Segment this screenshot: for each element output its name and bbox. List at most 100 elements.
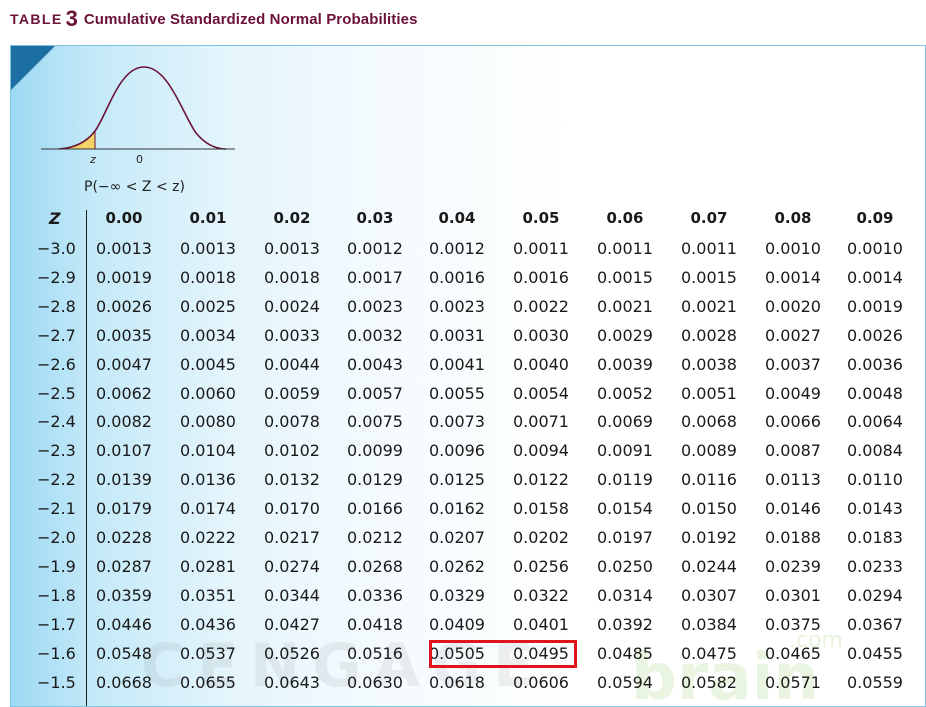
probability-cell: 0.0066: [765, 412, 821, 432]
probability-cell: 0.0217: [264, 528, 320, 547]
probability-cell: 0.0060: [180, 383, 236, 403]
probability-cell: 0.0017: [347, 267, 403, 287]
column-header: 0.05: [522, 209, 560, 227]
probability-cell: 0.0026: [96, 296, 152, 316]
probability-cell: 0.0026: [847, 325, 903, 345]
z-value: −1.8: [37, 585, 76, 605]
probability-cell: 0.0023: [347, 296, 403, 316]
z-value: −2.8: [37, 296, 76, 316]
z-value: −1.5: [37, 672, 76, 692]
probability-cell: 0.0668: [96, 672, 152, 692]
probability-cell: 0.0054: [513, 383, 569, 403]
probability-cell: 0.0013: [264, 239, 320, 258]
table-word: TABLE: [10, 11, 63, 27]
table-title: TABLE 3 Cumulative Standardized Normal Pro…: [10, 6, 418, 32]
bell-curve: [58, 66, 227, 150]
probability-cell: 0.0192: [681, 528, 737, 547]
z-column-header: Z: [49, 209, 61, 228]
probability-cell: 0.0047: [96, 354, 152, 374]
probability-cell: 0.0129: [347, 470, 403, 490]
probability-cell: 0.0166: [347, 499, 403, 519]
probability-cell: 0.0571: [765, 672, 821, 692]
probability-cell: 0.0018: [180, 267, 236, 287]
probability-cell: 0.0122: [513, 470, 569, 490]
probability-cell: 0.0064: [847, 412, 903, 432]
table-row: −2.3 0.0107 0.0104 0.0102 0.0099 0.0096 0.0094…: [11, 441, 925, 465]
probability-cell: 0.0367: [847, 614, 903, 634]
z-value: −2.3: [37, 441, 76, 461]
probability-cell: 0.0039: [597, 354, 653, 374]
probability-cell: 0.0116: [681, 470, 737, 490]
probability-cell: 0.0344: [264, 585, 320, 605]
probability-cell: 0.0082: [96, 412, 152, 432]
probability-cell: 0.0475: [681, 643, 737, 663]
probability-cell: 0.0014: [847, 267, 903, 287]
column-header: 0.08: [774, 209, 812, 227]
probability-cell: 0.0069: [597, 412, 653, 432]
probability-cell: 0.0013: [180, 239, 236, 258]
probability-cell: 0.0158: [513, 499, 569, 519]
probability-cell: 0.0012: [429, 239, 485, 258]
probability-cell: 0.0301: [765, 585, 821, 605]
probability-cell: 0.0029: [597, 325, 653, 345]
probability-cell: 0.0239: [765, 556, 821, 576]
probability-cell: 0.0465: [765, 643, 821, 663]
probability-cell: 0.0314: [597, 585, 653, 605]
probability-cell: 0.0013: [96, 239, 152, 258]
column-header: 0.09: [856, 209, 894, 227]
probability-cell: 0.0032: [347, 325, 403, 345]
probability-cell: 0.0014: [765, 267, 821, 287]
probability-cell: 0.0040: [513, 354, 569, 374]
probability-cell: 0.0015: [681, 267, 737, 287]
probability-cell: 0.0045: [180, 354, 236, 374]
probability-cell: 0.0035: [96, 325, 152, 345]
probability-cell: 0.0150: [681, 499, 737, 519]
z-value: −2.4: [37, 412, 76, 432]
probability-cell: 0.0021: [597, 296, 653, 316]
probability-cell: 0.0044: [264, 354, 320, 374]
table-row: −1.8 0.0359 0.0351 0.0344 0.0336 0.0329 0.0322…: [11, 586, 925, 610]
column-header: 0.03: [356, 209, 394, 227]
probability-cell: 0.0384: [681, 614, 737, 634]
probability-cell: 0.0170: [264, 499, 320, 519]
probability-cell: 0.0262: [429, 556, 485, 576]
probability-cell: 0.0099: [347, 441, 403, 461]
probability-cell: 0.0582: [681, 672, 737, 692]
z-value: −2.5: [37, 383, 76, 403]
probability-cell: 0.0179: [96, 499, 152, 519]
probability-cell: 0.0049: [765, 383, 821, 403]
column-header: 0.06: [606, 209, 644, 227]
probability-cell: 0.0019: [96, 267, 152, 287]
probability-cell: 0.0033: [264, 325, 320, 345]
probability-cell: 0.0028: [681, 325, 737, 345]
probability-cell: 0.0630: [347, 672, 403, 692]
probability-cell: 0.0110: [847, 470, 903, 490]
probability-cell: 0.0162: [429, 499, 485, 519]
probability-cell: 0.0294: [847, 585, 903, 605]
probability-cell: 0.0051: [681, 383, 737, 403]
probability-cell: 0.0143: [847, 499, 903, 519]
probability-cell: 0.0606: [513, 672, 569, 692]
probability-cell: 0.0139: [96, 470, 152, 490]
z-value: −1.7: [37, 614, 76, 634]
probability-cell: 0.0016: [429, 267, 485, 287]
probability-cell: 0.0012: [347, 239, 403, 258]
probability-cell: 0.0207: [429, 528, 485, 547]
probability-cell: 0.0019: [847, 296, 903, 316]
probability-cell: 0.0010: [847, 239, 903, 258]
table-number: 3: [65, 6, 78, 31]
z-value: −1.9: [37, 556, 76, 576]
probability-cell: 0.0655: [180, 672, 236, 692]
probability-cell: 0.0030: [513, 325, 569, 345]
z-value: −2.7: [37, 325, 76, 345]
probability-cell: 0.0107: [96, 441, 152, 461]
probability-cell: 0.0643: [264, 672, 320, 692]
probability-cell: 0.0048: [847, 383, 903, 403]
probability-cell: 0.0025: [180, 296, 236, 316]
probability-cell: 0.0336: [347, 585, 403, 605]
probability-cell: 0.0057: [347, 383, 403, 403]
probability-cell: 0.0228: [96, 528, 152, 547]
highlight-box: [429, 640, 577, 668]
z-axis-label: z: [90, 153, 96, 166]
table-panel: z 0 P(−∞ < Z < z) CENGAGE brain .com Z 0…: [10, 45, 926, 707]
